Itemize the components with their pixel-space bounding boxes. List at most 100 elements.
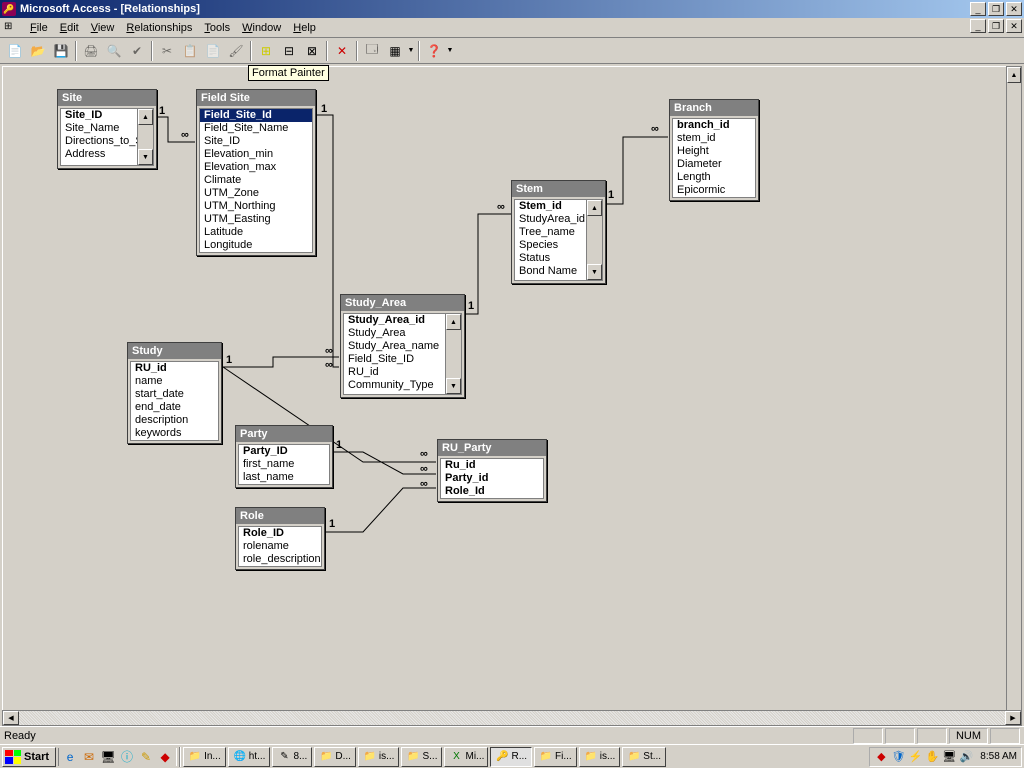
menu-edit[interactable]: Edit (54, 20, 85, 36)
table-title[interactable]: Role (236, 508, 324, 524)
field[interactable]: start_date (131, 388, 218, 401)
scroll-up-button[interactable]: ▲ (1007, 67, 1021, 83)
clear-layout-button[interactable]: ✕ (331, 40, 353, 62)
start-button[interactable]: Start (2, 747, 56, 767)
field[interactable]: Bond Name (515, 265, 586, 278)
show-all-button[interactable]: ⊠ (301, 40, 323, 62)
field[interactable]: Elevation_max (200, 161, 312, 174)
field[interactable]: Party_id (441, 472, 543, 485)
relationships-canvas[interactable]: 1 ∞ 1 ∞ ∞ 1 ∞ 1 ∞ 1 ∞ 1 ∞ 1 ∞ Site Site_… (2, 66, 1020, 726)
field[interactable]: keywords (131, 427, 218, 440)
scrollbar[interactable]: ▲ ▼ (137, 109, 153, 165)
table-title[interactable]: Study (128, 343, 221, 359)
field[interactable]: Climate (200, 174, 312, 187)
field[interactable]: UTM_Zone (200, 187, 312, 200)
field[interactable]: RU_id (131, 362, 218, 375)
table-title[interactable]: Branch (670, 100, 758, 116)
task-button[interactable]: 📁In... (183, 747, 226, 767)
database-window-button[interactable]: 🗔 (361, 40, 383, 62)
copy-button[interactable]: 📋 (179, 40, 201, 62)
vertical-scrollbar[interactable]: ▲ ▼ (1006, 66, 1022, 734)
format-painter-button[interactable]: 🖌 (225, 40, 247, 62)
task-button[interactable]: 🌐ht... (228, 747, 271, 767)
field[interactable]: Latitude (200, 226, 312, 239)
field[interactable]: first_name (239, 458, 329, 471)
volume-icon[interactable]: 🔊 (959, 750, 973, 764)
field[interactable]: description (131, 414, 218, 427)
scroll-up[interactable]: ▲ (138, 109, 153, 125)
minimize-button[interactable]: _ (970, 2, 986, 16)
horizontal-scrollbar[interactable]: ◀ ▶ (2, 710, 1022, 726)
task-button[interactable]: 📁D... (314, 747, 356, 767)
table-site[interactable]: Site Site_ID Site_Name Directions_to_Si … (57, 89, 157, 169)
table-study[interactable]: Study RU_id name start_date end_date des… (127, 342, 222, 444)
field[interactable]: role_description (239, 553, 321, 566)
scrollbar[interactable]: ▲ ▼ (445, 314, 461, 394)
scroll-left-button[interactable]: ◀ (3, 711, 19, 725)
field[interactable]: StudyArea_id (515, 213, 586, 226)
clock[interactable]: 8:58 AM (976, 751, 1017, 762)
field[interactable]: Ru_id (441, 459, 543, 472)
field[interactable]: Field_Site_Name (200, 122, 312, 135)
task-button[interactable]: 📁S... (401, 747, 442, 767)
tray-icon[interactable]: ✋ (925, 750, 939, 764)
field[interactable]: Tree_name (515, 226, 586, 239)
scroll-right-button[interactable]: ▶ (1005, 711, 1021, 725)
field[interactable]: Site_ID (61, 109, 137, 122)
paste-button[interactable]: 📄 (202, 40, 224, 62)
table-studyarea[interactable]: Study_Area Study_Area_id Study_Area Stud… (340, 294, 465, 398)
field[interactable]: Site_ID (200, 135, 312, 148)
menu-window[interactable]: Window (236, 20, 287, 36)
scroll-down[interactable]: ▼ (587, 264, 602, 280)
mdi-close-button[interactable]: ✕ (1006, 19, 1022, 33)
table-title[interactable]: RU_Party (438, 440, 546, 456)
scroll-up[interactable]: ▲ (446, 314, 461, 330)
field[interactable]: Field_Site_ID (344, 353, 445, 366)
app-icon[interactable]: ◆ (156, 748, 174, 766)
table-fieldsite[interactable]: Field Site Field_Site_Id Field_Site_Name… (196, 89, 316, 256)
field[interactable]: Stem_id (515, 200, 586, 213)
menu-view[interactable]: View (85, 20, 121, 36)
task-button-active[interactable]: 🔑R... (490, 747, 532, 767)
table-stem[interactable]: Stem Stem_id StudyArea_id Tree_name Spec… (511, 180, 606, 284)
mdi-minimize-button[interactable]: _ (970, 19, 986, 33)
tray-icon[interactable]: ⚡ (908, 750, 922, 764)
field[interactable]: Directions_to_Si (61, 135, 137, 148)
tray-icon[interactable]: 🖥 (942, 750, 956, 764)
table-ruparty[interactable]: RU_Party Ru_id Party_id Role_Id (437, 439, 547, 502)
app-icon[interactable]: ⓘ (118, 748, 136, 766)
table-title[interactable]: Stem (512, 181, 605, 197)
table-branch[interactable]: Branch branch_id stem_id Height Diameter… (669, 99, 759, 201)
outlook-icon[interactable]: ✉ (80, 748, 98, 766)
field[interactable]: name (131, 375, 218, 388)
field[interactable]: Role_ID (239, 527, 321, 540)
cut-button[interactable]: ✂ (156, 40, 178, 62)
menu-file[interactable]: File (24, 20, 54, 36)
show-table-button[interactable]: ⊞ (255, 40, 277, 62)
field[interactable]: Site_Name (61, 122, 137, 135)
scroll-down[interactable]: ▼ (138, 149, 153, 165)
menu-help[interactable]: Help (287, 20, 322, 36)
preview-button[interactable]: 🔍 (103, 40, 125, 62)
field[interactable]: Study_Area_name (344, 340, 445, 353)
field[interactable]: Community_Type (344, 379, 445, 392)
table-party[interactable]: Party Party_ID first_name last_name (235, 425, 333, 488)
field[interactable]: Study_Area (344, 327, 445, 340)
field[interactable]: Study_Area_id (344, 314, 445, 327)
task-button[interactable]: ✎8... (272, 747, 312, 767)
field[interactable]: Field_Site_Id (200, 109, 312, 122)
field[interactable]: Status (515, 252, 586, 265)
show-direct-button[interactable]: ⊟ (278, 40, 300, 62)
save-button[interactable]: 💾 (50, 40, 72, 62)
task-button[interactable]: 📁is... (358, 747, 400, 767)
menu-relationships[interactable]: Relationships (120, 20, 198, 36)
scroll-track[interactable] (19, 711, 1005, 725)
scroll-up[interactable]: ▲ (587, 200, 602, 216)
help-button[interactable]: ❓ (423, 40, 445, 62)
maximize-button[interactable]: ❐ (988, 2, 1004, 16)
task-button[interactable]: 📁Fi... (534, 747, 577, 767)
field[interactable]: last_name (239, 471, 329, 484)
field[interactable]: Address (61, 148, 137, 161)
tray-icon[interactable]: ◆ (874, 750, 888, 764)
task-button[interactable]: 📁St... (622, 747, 666, 767)
